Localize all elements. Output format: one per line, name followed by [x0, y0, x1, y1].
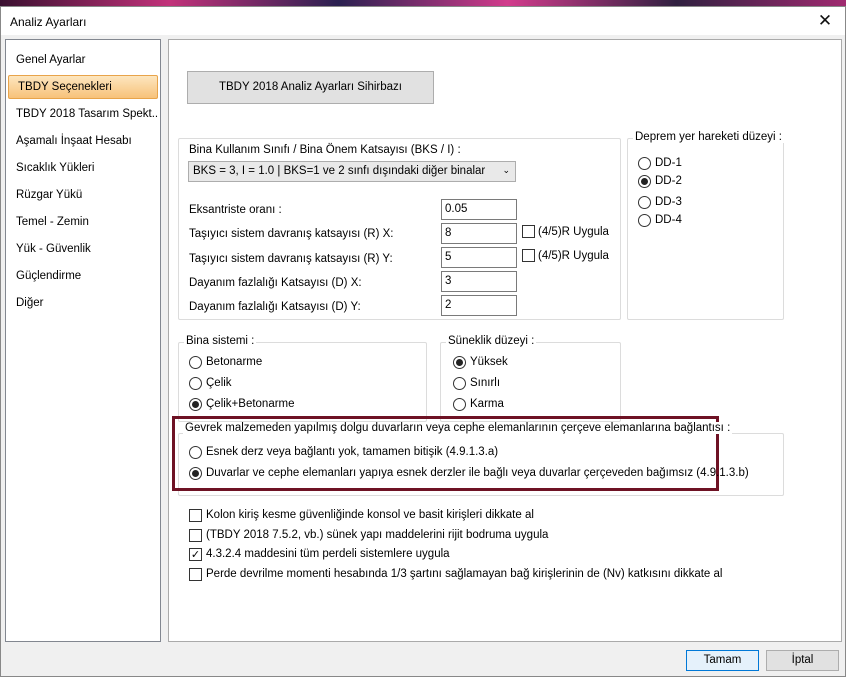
dd1-radio[interactable]: [638, 157, 651, 170]
yuksek-label: Yüksek: [470, 356, 508, 368]
dd1-label: DD-1: [655, 157, 682, 169]
celik-betonarme-label: Çelik+Betonarme: [206, 398, 295, 410]
r-x-reduce-checkbox[interactable]: [522, 225, 535, 238]
infill-option-a-label: Esnek derz veya bağlantı yok, tamamen bi…: [206, 446, 499, 458]
perde-devrilme-checkbox[interactable]: [189, 568, 202, 581]
dd3-radio[interactable]: [638, 196, 651, 209]
ductility-group: [440, 342, 621, 422]
betonarme-label: Betonarme: [206, 356, 263, 368]
sidebar-item-tbdy-spektrum[interactable]: TBDY 2018 Tasarım Spekt...: [7, 102, 159, 126]
sidebar-item-yuk-guvenlik[interactable]: Yük - Güvenlik: [7, 237, 159, 261]
d-y-input[interactable]: 2: [441, 295, 517, 316]
dd2-label: DD-2: [655, 175, 682, 187]
sinirli-radio[interactable]: [453, 377, 466, 390]
eccentricity-label: Eksantriste oranı :: [189, 204, 282, 216]
earthquake-title: Deprem yer hareketi düzeyi :: [633, 131, 785, 143]
r-y-input[interactable]: 5: [441, 247, 517, 268]
wizard-button[interactable]: TBDY 2018 Analiz Ayarları Sihirbazı: [187, 71, 434, 104]
infill-title: Gevrek malzemeden yapılmış dolgu duvarla…: [183, 422, 733, 434]
celik-betonarme-radio[interactable]: [189, 398, 202, 411]
perdeli-sistem-label: 4.3.2.4 maddesini tüm perdeli sistemlere…: [206, 548, 450, 560]
infill-option-b-label: Duvarlar ve cephe elemanları yapıya esne…: [206, 467, 749, 479]
close-icon[interactable]: ✕: [813, 10, 837, 32]
yuksek-radio[interactable]: [453, 356, 466, 369]
sidebar-item-sicaklik[interactable]: Sıcaklık Yükleri: [7, 156, 159, 180]
sidebar-item-guclendirme[interactable]: Güçlendirme: [7, 264, 159, 288]
celik-radio[interactable]: [189, 377, 202, 390]
dd2-radio[interactable]: [638, 175, 651, 188]
perdeli-sistem-checkbox[interactable]: ✓: [189, 548, 202, 561]
kolon-kiris-checkbox[interactable]: [189, 509, 202, 522]
ok-button[interactable]: Tamam: [686, 650, 759, 671]
r-y-reduce-checkbox[interactable]: [522, 249, 535, 262]
r-x-label: Taşıyıcı sistem davranış katsayısı (R) X…: [189, 228, 394, 240]
dd3-label: DD-3: [655, 196, 682, 208]
d-x-label: Dayanım fazlalığı Katsayısı (D) X:: [189, 277, 362, 289]
d-y-label: Dayanım fazlalığı Katsayısı (D) Y:: [189, 301, 361, 313]
sidebar: Genel Ayarlar TBDY Seçenekleri TBDY 2018…: [5, 39, 161, 642]
sinirli-label: Sınırlı: [470, 377, 501, 389]
sidebar-item-ruzgar[interactable]: Rüzgar Yükü: [7, 183, 159, 207]
chevron-down-icon: ⌄: [502, 166, 510, 176]
eccentricity-input[interactable]: 0.05: [441, 199, 517, 220]
r-x-reduce-label: (4/5)R Uygula: [538, 226, 609, 238]
sunek-bodrum-checkbox[interactable]: [189, 529, 202, 542]
r-y-label: Taşıyıcı sistem davranış katsayısı (R) Y…: [189, 253, 393, 265]
sidebar-item-asamali-insaat[interactable]: Aşamalı İnşaat Hesabı: [7, 129, 159, 153]
karma-label: Karma: [470, 398, 504, 410]
sidebar-item-tbdy-secenekleri[interactable]: TBDY Seçenekleri: [8, 75, 158, 99]
dd4-radio[interactable]: [638, 214, 651, 227]
perde-devrilme-label: Perde devrilme momenti hesabında 1/3 şar…: [206, 568, 723, 580]
building-class-label: Bina Kullanım Sınıfı / Bina Önem Katsayı…: [189, 144, 461, 156]
sidebar-item-genel-ayarlar[interactable]: Genel Ayarlar: [7, 48, 159, 72]
r-y-reduce-label: (4/5)R Uygula: [538, 250, 609, 262]
sunek-bodrum-label: (TBDY 2018 7.5.2, vb.) sünek yapı maddel…: [206, 529, 549, 541]
betonarme-radio[interactable]: [189, 356, 202, 369]
cancel-button[interactable]: İptal: [766, 650, 839, 671]
building-class-value: BKS = 3, I = 1.0 | BKS=1 ve 2 sınfı dışı…: [193, 165, 486, 177]
sidebar-item-temel-zemin[interactable]: Temel - Zemin: [7, 210, 159, 234]
window-title: Analiz Ayarları: [10, 15, 87, 29]
celik-label: Çelik: [206, 377, 232, 389]
building-system-title: Bina sistemi :: [184, 335, 257, 347]
r-x-input[interactable]: 8: [441, 223, 517, 244]
settings-panel: TBDY 2018 Analiz Ayarları Sihirbazı Bina…: [168, 39, 842, 642]
title-bar: Analiz Ayarları ✕: [1, 7, 845, 35]
infill-option-b-radio[interactable]: [189, 467, 202, 480]
dd4-label: DD-4: [655, 214, 682, 226]
d-x-input[interactable]: 3: [441, 271, 517, 292]
ductility-title: Süneklik düzeyi :: [446, 335, 537, 347]
kolon-kiris-label: Kolon kiriş kesme güvenliğinde konsol ve…: [206, 509, 534, 521]
analysis-settings-dialog: Analiz Ayarları ✕ Genel Ayarlar TBDY Seç…: [0, 6, 846, 677]
infill-option-a-radio[interactable]: [189, 446, 202, 459]
building-class-select[interactable]: BKS = 3, I = 1.0 | BKS=1 ve 2 sınfı dışı…: [188, 161, 516, 182]
sidebar-item-diger[interactable]: Diğer: [7, 291, 159, 315]
checkmark-icon: ✓: [190, 548, 201, 561]
karma-radio[interactable]: [453, 398, 466, 411]
